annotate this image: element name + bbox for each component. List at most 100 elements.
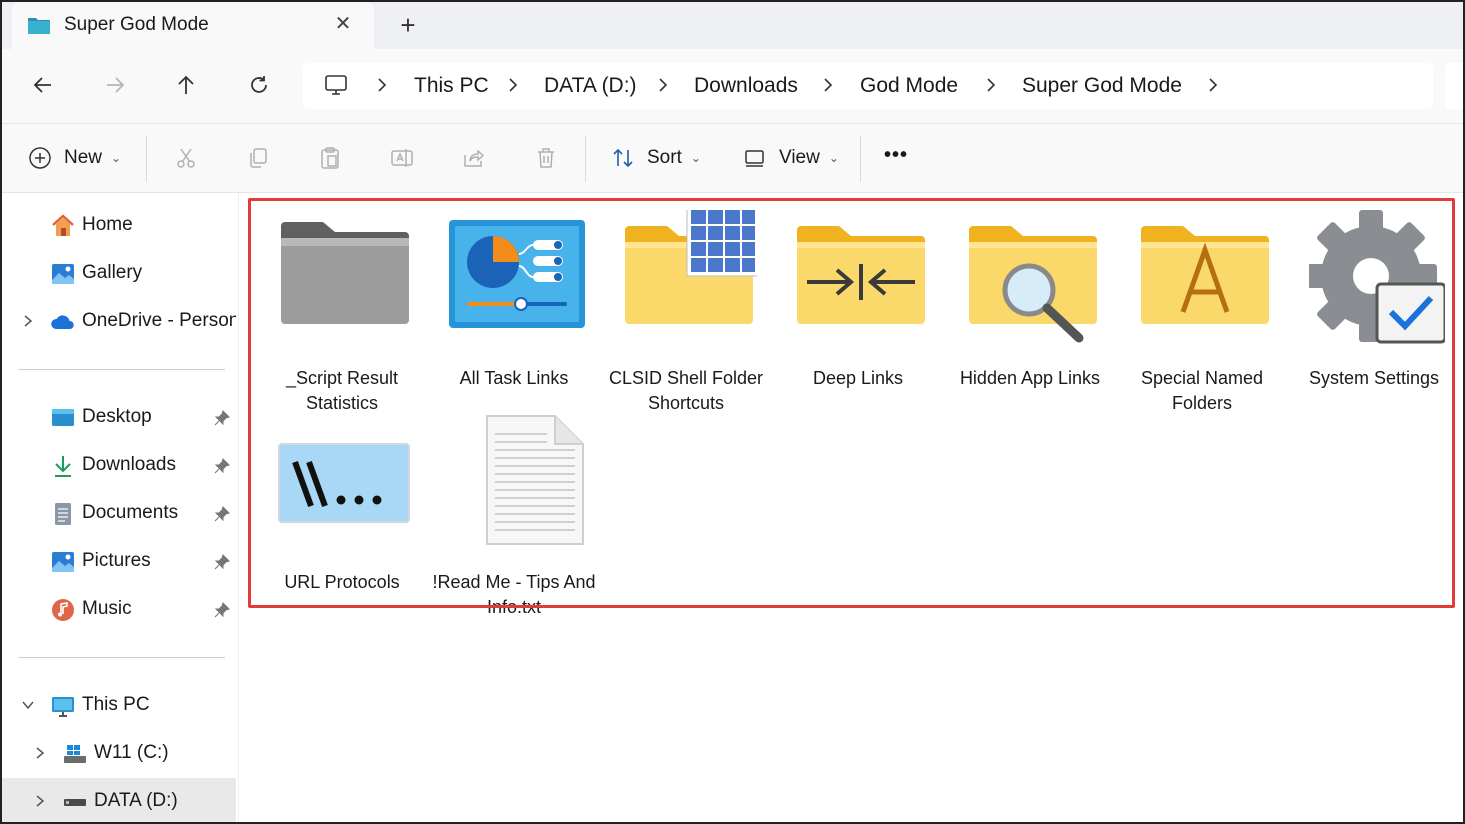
chevron-down-icon: ⌄	[111, 151, 122, 165]
pin-icon[interactable]	[214, 506, 230, 522]
breadcrumb-this-pc[interactable]: This PC	[414, 74, 489, 98]
back-button[interactable]	[25, 67, 61, 103]
sidebar-item-desktop[interactable]: Desktop	[2, 394, 236, 442]
sort-icon	[613, 148, 633, 168]
close-tab-icon[interactable]: ✕	[330, 11, 356, 37]
sidebar-item-pictures[interactable]: Pictures	[2, 538, 236, 586]
chevron-right-icon[interactable]	[33, 746, 47, 760]
documents-icon	[55, 503, 71, 525]
sidebar-label: Desktop	[82, 406, 152, 427]
breadcrumb-data-d[interactable]: DATA (D:)	[544, 74, 637, 98]
cut-button[interactable]	[174, 146, 198, 170]
see-more-button[interactable]: •••	[884, 144, 908, 167]
search-box[interactable]	[1445, 63, 1463, 109]
view-button[interactable]: View ⌄	[743, 146, 839, 170]
toolbar-divider	[585, 136, 586, 182]
toolbar-divider	[860, 136, 861, 182]
chevron-right-icon	[659, 78, 668, 92]
pictures-icon	[52, 552, 74, 572]
view-icon	[745, 150, 764, 167]
new-tab-icon[interactable]: +	[394, 11, 422, 39]
trash-icon	[538, 148, 554, 168]
up-arrow-icon	[178, 75, 194, 94]
new-label: New	[64, 147, 103, 168]
sidebar-item-onedrive[interactable]: OneDrive - Persona	[2, 298, 236, 346]
tab-bar: Super God Mode ✕ +	[2, 2, 1463, 49]
file-explorer-window: Super God Mode ✕ + This PC DATA (D:) Dow…	[0, 0, 1465, 824]
navigation-bar: This PC DATA (D:) Downloads God Mode Sup…	[2, 49, 1463, 123]
chevron-right-icon	[509, 78, 518, 92]
rename-button[interactable]	[390, 146, 414, 170]
onedrive-cloud-icon	[51, 315, 74, 329]
sidebar-label: Downloads	[82, 454, 176, 475]
share-button[interactable]	[462, 146, 486, 170]
sidebar-item-drive-d[interactable]: DATA (D:)	[2, 778, 236, 822]
sidebar-item-home[interactable]: Home	[2, 202, 236, 250]
refresh-button[interactable]	[241, 67, 277, 103]
chevron-down-icon[interactable]	[21, 698, 35, 712]
sidebar-item-drive-c[interactable]: W11 (C:)	[2, 730, 236, 778]
chevron-down-icon: ⌄	[828, 151, 839, 165]
navigation-pane: Home Gallery OneDrive - Persona Desktop	[2, 193, 238, 822]
sidebar-divider	[18, 369, 225, 370]
sidebar-label: OneDrive - Persona	[82, 310, 236, 331]
sidebar-item-downloads[interactable]: Downloads	[2, 442, 236, 490]
scissors-icon	[177, 148, 195, 168]
pin-icon[interactable]	[214, 410, 230, 426]
tab-title: Super God Mode	[64, 14, 209, 35]
sidebar-label: W11 (C:)	[94, 742, 169, 763]
download-arrow-icon	[55, 456, 71, 477]
chevron-right-icon[interactable]	[21, 314, 35, 328]
windows-drive-icon	[64, 745, 86, 763]
forward-arrow-icon	[107, 77, 125, 93]
toolbar-divider	[146, 136, 147, 182]
plus-circle-icon	[29, 147, 51, 169]
sort-button[interactable]: Sort ⌄	[611, 146, 701, 170]
sort-label: Sort	[647, 147, 682, 168]
breadcrumb-super-god-mode[interactable]: Super God Mode	[1022, 74, 1182, 98]
up-button[interactable]	[168, 67, 204, 103]
sidebar-item-this-pc[interactable]: This PC	[2, 682, 236, 730]
rename-icon	[391, 149, 413, 167]
sidebar-label: Documents	[82, 502, 179, 523]
copy-icon	[250, 148, 267, 168]
address-bar[interactable]: This PC DATA (D:) Downloads God Mode Sup…	[303, 63, 1433, 109]
pin-icon[interactable]	[214, 458, 230, 474]
chevron-down-icon: ⌄	[690, 151, 701, 165]
chevron-right-icon[interactable]	[1206, 76, 1220, 94]
pin-icon[interactable]	[214, 602, 230, 618]
breadcrumb-god-mode[interactable]: God Mode	[860, 74, 958, 98]
sidebar-item-gallery[interactable]: Gallery	[2, 250, 236, 298]
sidebar-item-documents[interactable]: Documents	[2, 490, 236, 538]
chevron-right-icon[interactable]	[33, 794, 47, 808]
sidebar-label: Pictures	[82, 550, 151, 571]
pin-icon[interactable]	[214, 554, 230, 570]
computer-icon	[52, 697, 74, 717]
back-arrow-icon	[33, 77, 51, 93]
sidebar-label: Gallery	[82, 262, 143, 283]
desktop-icon	[52, 409, 74, 426]
tab-super-god-mode[interactable]: Super God Mode ✕	[12, 2, 374, 49]
sidebar-label: Music	[82, 598, 132, 619]
refresh-icon	[251, 76, 267, 93]
sidebar-item-music[interactable]: Music	[2, 586, 236, 634]
copy-button[interactable]	[246, 146, 270, 170]
chevron-right-icon	[987, 78, 996, 92]
clipboard-icon	[321, 147, 339, 169]
breadcrumb-downloads[interactable]: Downloads	[694, 74, 798, 98]
drive-icon	[64, 799, 86, 806]
forward-button[interactable]	[97, 67, 133, 103]
paste-button[interactable]	[318, 146, 342, 170]
sidebar-label: Home	[82, 214, 133, 235]
share-icon	[464, 149, 485, 167]
command-bar: New ⌄ Sort ⌄ View ⌄ •••	[2, 123, 1463, 193]
delete-button[interactable]	[534, 146, 558, 170]
folder-tab-icon	[28, 18, 50, 34]
view-label: View	[779, 147, 820, 168]
music-icon	[52, 599, 74, 621]
more-icon: •••	[884, 144, 909, 166]
gallery-icon	[52, 264, 74, 284]
chevron-right-icon	[824, 78, 833, 92]
chevron-right-icon	[378, 78, 387, 92]
new-button[interactable]: New ⌄	[28, 146, 121, 170]
